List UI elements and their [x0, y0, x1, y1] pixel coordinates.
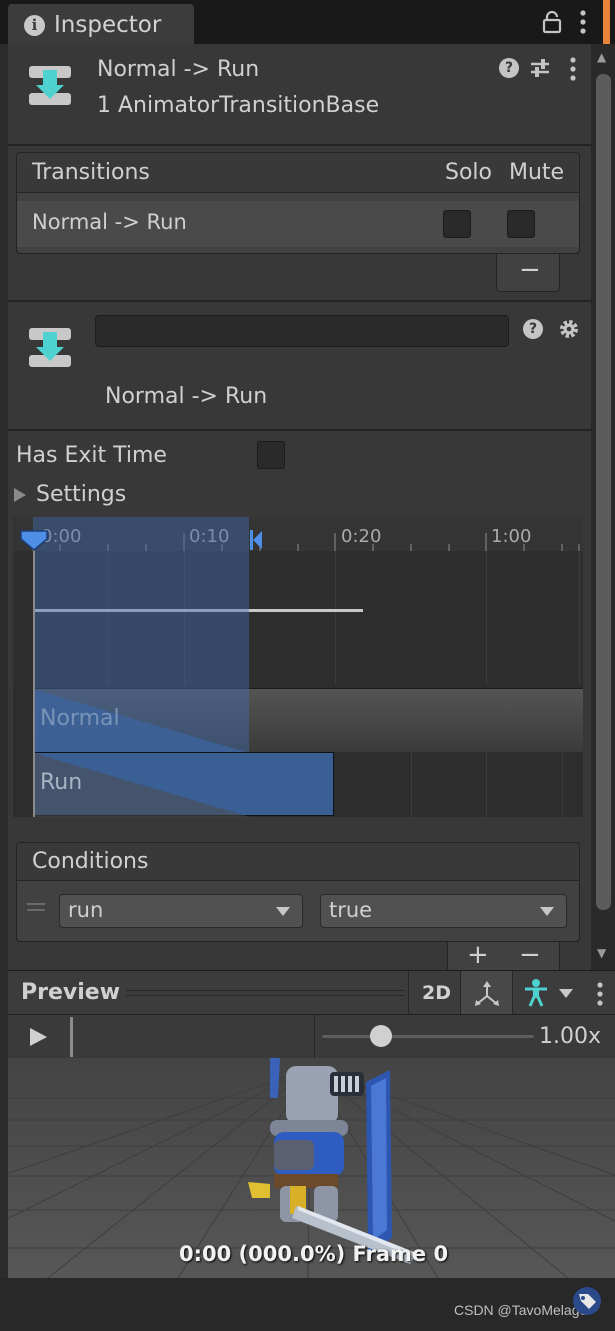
condition-value-dropdown[interactable]: true — [320, 894, 567, 928]
kebab-menu-icon[interactable] — [568, 56, 578, 82]
preview-scrub-cursor[interactable] — [70, 1017, 73, 1057]
play-icon[interactable] — [28, 1027, 48, 1047]
chevron-down-icon — [276, 907, 290, 916]
speed-slider-track[interactable] — [322, 1035, 534, 1038]
condition-parameter-value: run — [68, 898, 104, 922]
pivot-icon — [475, 981, 499, 1006]
preview-status: 0:00 (000.0%) Frame 0 — [179, 1242, 449, 1266]
has-exit-time-checkbox[interactable] — [257, 441, 285, 469]
preview-pivot-button[interactable] — [460, 971, 512, 1015]
presets-icon[interactable] — [529, 57, 551, 79]
conditions-list-header: Conditions — [17, 843, 579, 881]
transition-name-input[interactable] — [95, 315, 509, 347]
kebab-menu-icon[interactable] — [578, 9, 588, 35]
condition-value: true — [329, 898, 373, 922]
solo-column-label: Solo — [445, 160, 492, 185]
playhead-handle-icon[interactable] — [19, 529, 49, 551]
window-bottom: CSDN @TavoMelage — [0, 1278, 615, 1331]
window-edge — [0, 44, 8, 1278]
transitions-list: Transitions Solo Mute Normal -> Run — [16, 152, 580, 254]
preview-viewport[interactable]: 0:00 (000.0%) Frame 0 — [8, 1058, 615, 1278]
speed-slider-knob[interactable] — [370, 1025, 393, 1047]
mute-column-label: Mute — [509, 160, 565, 185]
condition-parameter-dropdown[interactable]: run — [59, 894, 303, 928]
transition-end-handle-icon[interactable] — [249, 529, 263, 551]
transitions-header-label: Transitions — [32, 160, 150, 185]
transition-timeline[interactable]: 0:00 0:10 0:20 1:00 Normal Run — [13, 517, 583, 817]
preview-drag-bar[interactable] — [126, 990, 404, 996]
solo-checkbox[interactable] — [443, 210, 471, 238]
scroll-down-icon[interactable]: ▼ — [597, 946, 606, 960]
avatar-icon — [525, 979, 547, 1007]
tick-label: 1:00 — [491, 526, 532, 547]
remove-transition-button[interactable]: − — [496, 254, 560, 292]
scrollbar-thumb[interactable] — [596, 74, 611, 910]
header-title: Normal -> Run — [97, 57, 260, 82]
transition-range-selection[interactable] — [33, 517, 249, 752]
divider — [8, 429, 591, 431]
conditions-header-label: Conditions — [32, 849, 149, 874]
divider — [8, 144, 591, 146]
conditions-list: Conditions run true — [16, 842, 580, 942]
kebab-menu-icon[interactable] — [595, 981, 605, 1007]
preview-toolbar: 1.00x — [8, 1014, 615, 1059]
preview-avatar-button[interactable] — [512, 971, 584, 1015]
mute-checkbox[interactable] — [507, 210, 535, 238]
help-icon[interactable]: ? — [523, 319, 543, 339]
transition-icon — [29, 66, 71, 105]
preview-title: Preview — [21, 980, 121, 1005]
gear-icon[interactable] — [558, 318, 580, 340]
header-subtitle: 1 AnimatorTransitionBase — [97, 93, 380, 118]
speed-value: 1.00x — [539, 1024, 602, 1049]
transition-caption: Normal -> Run — [105, 384, 268, 409]
tab-bar: i Inspector — [0, 0, 615, 56]
scroll-up-icon[interactable]: ▲ — [597, 50, 606, 64]
transition-icon — [29, 328, 71, 367]
remove-condition-button[interactable]: − — [519, 940, 541, 970]
inspector-panel: Normal -> Run 1 AnimatorTransitionBase ?… — [8, 44, 591, 970]
preview-2d-button[interactable]: 2D — [408, 971, 460, 1015]
has-exit-time-label: Has Exit Time — [16, 443, 167, 468]
tab-label: Inspector — [54, 12, 162, 38]
watermark: CSDN @TavoMelage — [454, 1302, 588, 1318]
settings-foldout-label[interactable]: Settings — [36, 482, 126, 507]
tab-inspector[interactable]: i Inspector — [8, 4, 194, 44]
clip-label-run: Run — [40, 770, 83, 795]
condition-add-remove-footer: + − — [447, 940, 560, 970]
drag-handle-icon[interactable] — [27, 903, 45, 915]
add-condition-button[interactable]: + — [467, 940, 489, 970]
help-icon[interactable]: ? — [499, 58, 519, 78]
lock-icon[interactable] — [542, 10, 562, 34]
divider — [8, 300, 591, 302]
preview-header: Preview 2D — [8, 970, 615, 1015]
tag-icon[interactable] — [570, 1286, 604, 1316]
clip-bar-run[interactable]: Run — [33, 752, 334, 817]
info-icon: i — [24, 15, 45, 36]
playhead-line — [33, 537, 35, 817]
table-row[interactable]: Normal -> Run — [17, 201, 579, 247]
tick-label: 0:20 — [341, 526, 382, 547]
transition-row-name: Normal -> Run — [32, 210, 187, 234]
transitions-list-header: Transitions Solo Mute — [17, 153, 579, 193]
foldout-arrow-icon[interactable] — [14, 488, 26, 502]
chevron-down-icon[interactable] — [559, 989, 573, 998]
toolbar-divider — [314, 1015, 315, 1059]
chevron-down-icon — [540, 907, 554, 916]
